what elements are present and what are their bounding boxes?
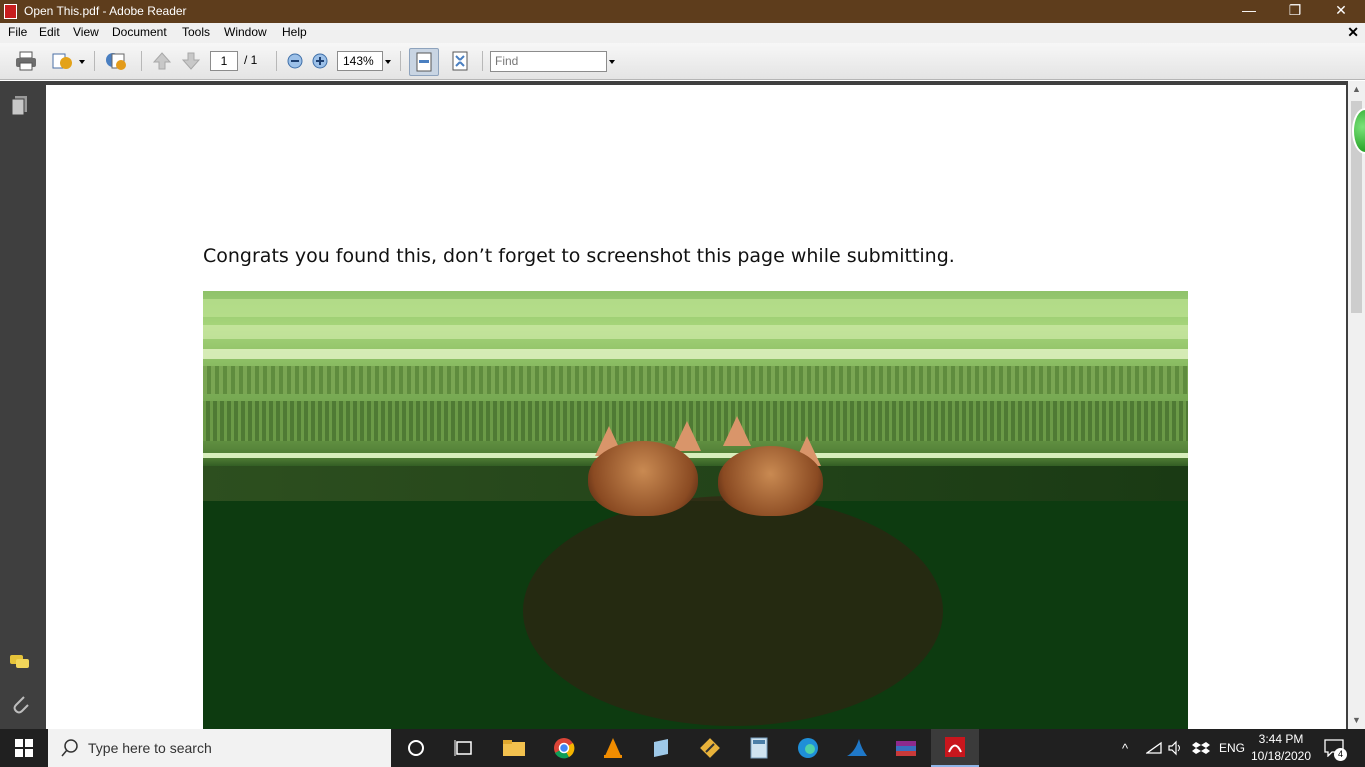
find-dropdown-arrow[interactable] (609, 60, 615, 64)
zoom-in-icon (312, 53, 328, 69)
pages-panel-button[interactable] (9, 95, 31, 117)
winrar-icon (896, 741, 916, 756)
share-dropdown-arrow[interactable] (79, 60, 85, 64)
comments-icon (10, 655, 29, 668)
window-title: Open This.pdf - Adobe Reader (24, 4, 187, 18)
adobe-reader-taskbar-button[interactable] (931, 729, 979, 767)
scroll-up-button[interactable]: ▲ (1348, 81, 1365, 98)
volume-icon[interactable] (1167, 740, 1183, 756)
calculator-icon (750, 737, 768, 759)
zoom-level-input[interactable]: 143% (337, 51, 383, 71)
cortana-icon (408, 740, 424, 756)
taskbar: Type here to search ^ ENG 3:44 PM 10/18/… (0, 729, 1365, 767)
pdf-page: Congrats you found this, don’t forget to… (46, 85, 1346, 729)
vertical-scrollbar[interactable]: ▲ ▼ (1348, 81, 1365, 729)
taskbar-search-box[interactable]: Type here to search (48, 729, 391, 767)
dropbox-icon[interactable] (1192, 741, 1210, 755)
menu-file[interactable]: File (8, 25, 27, 39)
toolbar-separator (482, 51, 483, 71)
comments-panel-button[interactable] (9, 651, 31, 673)
menu-tools[interactable]: Tools (182, 25, 210, 39)
notification-count-badge: 4 (1334, 748, 1347, 761)
task-view-icon (454, 740, 472, 756)
toolbar-separator (141, 51, 142, 71)
wireshark-icon (847, 739, 867, 756)
title-bar: Open This.pdf - Adobe Reader — ❐ ✕ (0, 0, 1365, 23)
fit-width-icon (416, 52, 432, 72)
toolbar: 1 / 1 143% Find (0, 43, 1365, 80)
edge-button[interactable] (784, 729, 832, 767)
network-icon[interactable] (1146, 741, 1162, 755)
notepad-icon (654, 739, 668, 757)
search-icon (61, 739, 78, 757)
cortana-button[interactable] (392, 729, 440, 767)
chrome-button[interactable] (540, 729, 588, 767)
show-hidden-icons-icon[interactable]: ^ (1122, 741, 1128, 756)
menu-edit[interactable]: Edit (39, 25, 60, 39)
language-indicator[interactable]: ENG (1219, 741, 1245, 755)
chrome-icon (554, 738, 575, 759)
toolbar-separator (400, 51, 401, 71)
pages-icon (11, 96, 27, 116)
menu-bar: File Edit View Document Tools Window Hel… (0, 23, 1365, 43)
fit-width-button[interactable] (409, 48, 439, 76)
glitched-cat-photo (203, 291, 1188, 729)
winrar-button[interactable] (882, 729, 930, 767)
wireshark-button[interactable] (833, 729, 881, 767)
fit-page-icon (452, 51, 468, 71)
arrow-up-icon (152, 52, 172, 70)
menu-document[interactable]: Document (112, 25, 167, 39)
page-total: / 1 (244, 53, 258, 67)
menu-view[interactable]: View (73, 25, 99, 39)
menu-window[interactable]: Window (224, 25, 267, 39)
zoom-in-button[interactable] (308, 50, 332, 72)
restore-button[interactable]: ❐ (1272, 0, 1318, 23)
calculator-button[interactable] (735, 729, 783, 767)
edge-icon (798, 738, 818, 758)
share-icon (52, 53, 72, 69)
attachments-panel-button[interactable] (9, 693, 31, 715)
task-view-button[interactable] (440, 729, 488, 767)
close-button[interactable]: ✕ (1318, 0, 1364, 23)
collaborate-button[interactable] (104, 50, 128, 72)
minimize-button[interactable]: — (1226, 0, 1272, 23)
page-body-text: Congrats you found this, don’t forget to… (203, 245, 955, 267)
document-area: Congrats you found this, don’t forget to… (41, 81, 1365, 729)
next-page-button[interactable] (179, 50, 203, 72)
system-clock[interactable]: 3:44 PM 10/18/2020 (1248, 731, 1314, 765)
find-input[interactable]: Find (490, 51, 607, 72)
windows-icon (15, 739, 33, 757)
arrow-down-icon (181, 52, 201, 70)
sticky-app-icon (700, 738, 720, 758)
scroll-down-button[interactable]: ▼ (1348, 712, 1365, 729)
navigation-panel (0, 81, 41, 729)
start-button[interactable] (0, 729, 48, 767)
previous-page-button[interactable] (150, 50, 174, 72)
clock-date: 10/18/2020 (1250, 749, 1312, 763)
share-button[interactable] (50, 50, 74, 72)
toolbar-separator (276, 51, 277, 71)
toolbar-separator (94, 51, 95, 71)
sticky-app-button[interactable] (686, 729, 734, 767)
adobe-reader-icon (945, 737, 965, 757)
vlc-icon (604, 738, 622, 758)
zoom-dropdown-arrow[interactable] (385, 60, 391, 64)
file-explorer-icon (503, 740, 525, 756)
vlc-button[interactable] (589, 729, 637, 767)
search-placeholder: Type here to search (88, 740, 212, 756)
print-icon (16, 51, 36, 71)
notepad-button[interactable] (637, 729, 685, 767)
zoom-out-button[interactable] (283, 50, 307, 72)
print-button[interactable] (14, 50, 38, 72)
menu-help[interactable]: Help (282, 25, 307, 39)
file-explorer-button[interactable] (490, 729, 538, 767)
clock-time: 3:44 PM (1258, 732, 1304, 746)
page-number-input[interactable]: 1 (210, 51, 238, 71)
close-document-button[interactable]: ✕ (1347, 24, 1359, 41)
zoom-out-icon (287, 53, 303, 69)
fit-page-button[interactable] (448, 50, 472, 72)
attachments-icon (13, 696, 29, 714)
adobe-reader-app-icon (4, 4, 17, 19)
collaborate-icon (106, 53, 126, 70)
